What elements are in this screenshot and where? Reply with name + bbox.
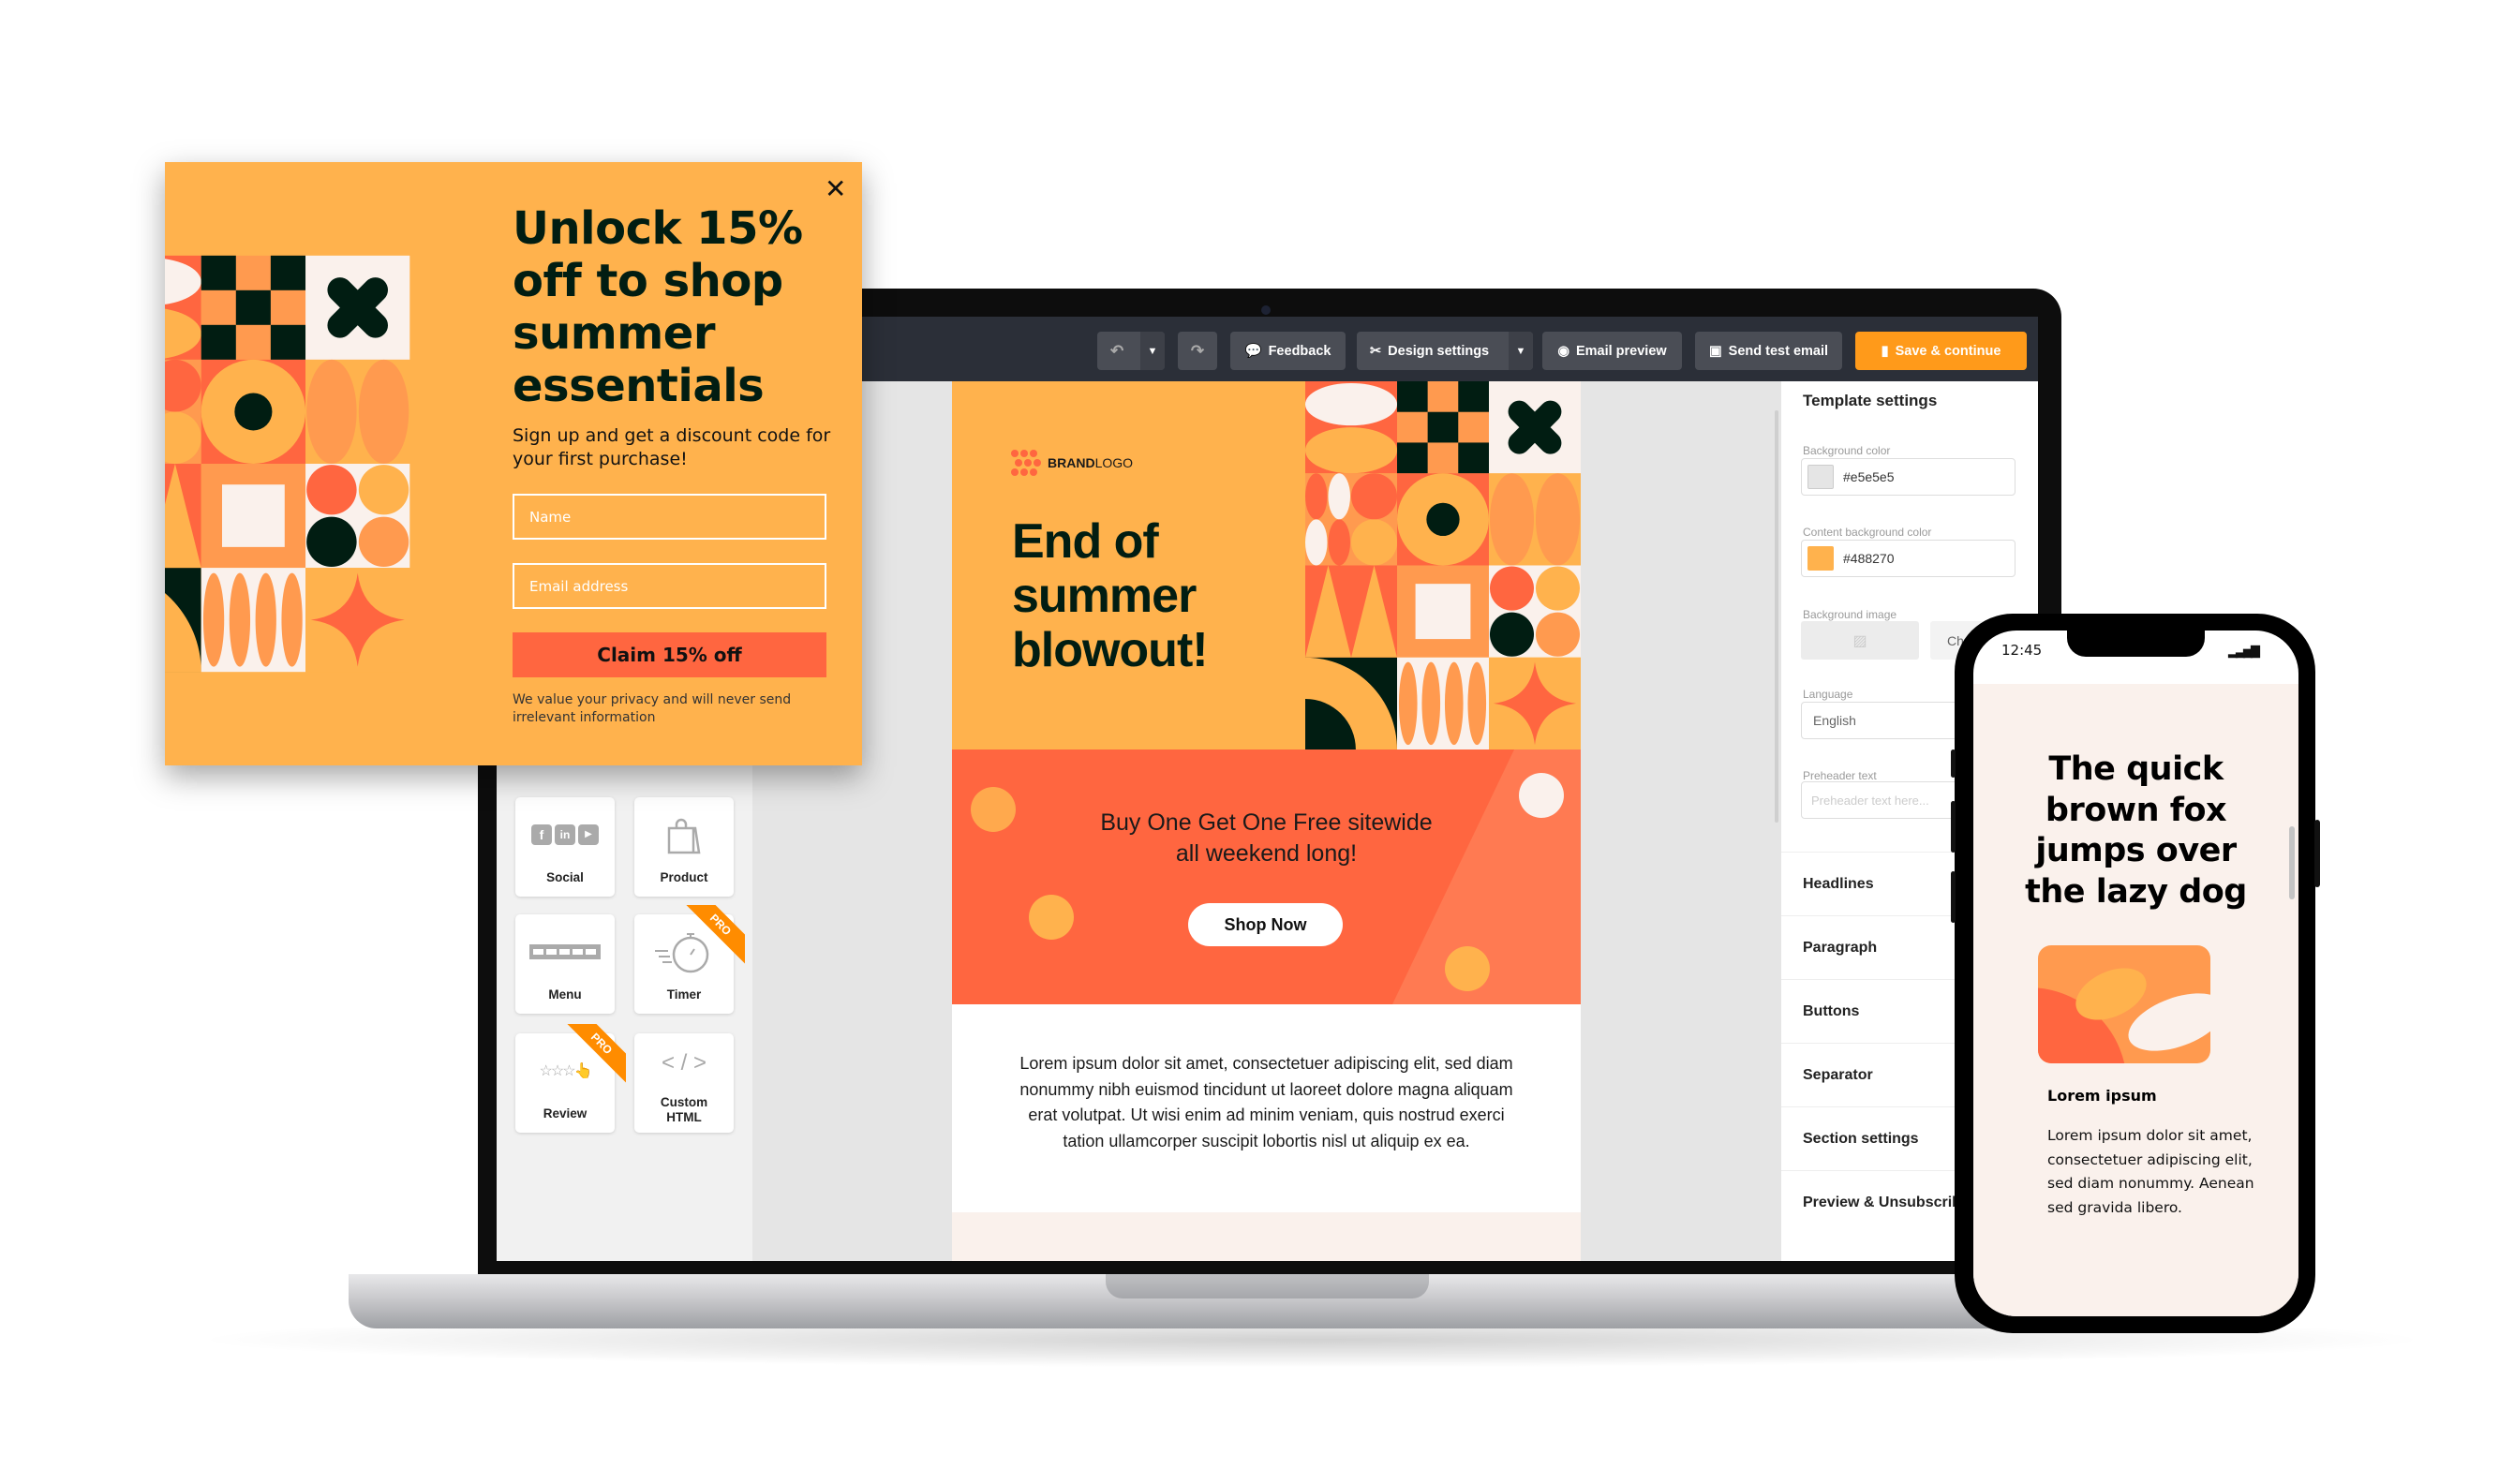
promo-text: Buy One Get One Free sitewide all weekend… bbox=[1100, 809, 1433, 867]
content-bg-label: Content background color bbox=[1803, 526, 1932, 539]
language-label: Language bbox=[1803, 688, 1853, 701]
content-bg-input[interactable]: #488270 bbox=[1801, 540, 2016, 577]
phone-side-button bbox=[1951, 871, 1956, 923]
status-time: 12:45 bbox=[2001, 642, 2043, 659]
decor-dot bbox=[1445, 946, 1490, 991]
eye-icon: ◉ bbox=[1557, 343, 1569, 359]
image-icon: ▨ bbox=[1852, 632, 1867, 649]
name-input[interactable]: Name bbox=[513, 494, 826, 540]
signal-icon: ▂▃▅▇ bbox=[2228, 644, 2260, 658]
caret-down-icon: ▼ bbox=[1147, 345, 1158, 357]
send-test-email-button[interactable]: ▣ Send test email bbox=[1695, 332, 1842, 370]
settings-title: Template settings bbox=[1803, 392, 1938, 409]
save-continue-button[interactable]: ▮ Save & continue bbox=[1855, 332, 2027, 370]
brand-logo: BRANDLOGO bbox=[1010, 449, 1133, 477]
design-settings-dropdown[interactable]: ▼ bbox=[1509, 332, 1533, 370]
canvas-scrollbar[interactable] bbox=[1775, 410, 1778, 823]
claim-button[interactable]: Claim 15% off bbox=[513, 632, 826, 677]
design-settings-button[interactable]: ✂ Design settings bbox=[1357, 332, 1533, 370]
social-icons: f in ▶ bbox=[515, 814, 615, 855]
phone-subheading: Lorem ipsum bbox=[2047, 1087, 2157, 1105]
phone-side-button bbox=[1951, 749, 1956, 778]
bg-image-label: Background image bbox=[1803, 608, 1897, 621]
phone-paragraph: Lorem ipsum dolor sit amet, consectetuer… bbox=[2047, 1127, 2254, 1216]
block-timer[interactable]: Timer PRO bbox=[634, 905, 745, 1014]
pro-ribbon: PRO bbox=[560, 1024, 626, 1085]
redo-button[interactable]: ↷ bbox=[1178, 332, 1217, 370]
webcam bbox=[1261, 305, 1271, 315]
block-custom-html[interactable]: < / > Custom HTML bbox=[634, 1033, 734, 1133]
undo-history-dropdown[interactable]: ▼ bbox=[1140, 332, 1165, 370]
signup-popup: ✕ Unlock 15% off to shop summer essentia… bbox=[165, 162, 862, 765]
block-menu[interactable]: Menu bbox=[515, 914, 615, 1014]
email-canvas: BRANDLOGO End of summer blowout! Buy One… bbox=[952, 381, 1581, 1261]
email-input[interactable]: Email address bbox=[513, 563, 826, 609]
code-icon: < / > bbox=[661, 1050, 707, 1076]
promo-section[interactable]: Buy One Get One Free sitewide all weekend… bbox=[952, 749, 1581, 1004]
laptop-hinge-notch bbox=[1106, 1274, 1429, 1298]
popup-pattern-image bbox=[165, 162, 478, 765]
shopping-bag-icon bbox=[634, 814, 734, 855]
close-icon[interactable]: ✕ bbox=[825, 173, 846, 204]
decor-dot bbox=[1029, 895, 1074, 940]
image-upload-box[interactable]: ▨ bbox=[1801, 621, 1919, 660]
email-preview-button[interactable]: ◉ Email preview bbox=[1542, 332, 1682, 370]
block-social[interactable]: f in ▶ Social bbox=[515, 797, 615, 897]
color-swatch[interactable] bbox=[1807, 546, 1834, 571]
body-paragraph: Lorem ipsum dolor sit amet, consectetuer… bbox=[1019, 1054, 1513, 1150]
undo-icon: ↶ bbox=[1110, 341, 1124, 360]
feedback-button[interactable]: 💬 Feedback bbox=[1230, 332, 1346, 370]
bg-color-label: Background color bbox=[1803, 444, 1891, 457]
color-swatch[interactable] bbox=[1807, 465, 1834, 489]
send-icon: ▣ bbox=[1708, 343, 1722, 359]
phone-abstract-image bbox=[2038, 945, 2210, 1063]
phone-headline: The quick brown fox jumps over the lazy … bbox=[2025, 750, 2247, 911]
privacy-note: We value your privacy and will never sen… bbox=[513, 692, 792, 725]
block-review[interactable]: ☆☆☆👆 Review PRO bbox=[515, 1024, 626, 1133]
phone-screen: 12:45 ▂▃▅▇ The quick brown fox jumps ove… bbox=[1973, 631, 2298, 1316]
phone-email-content: The quick brown fox jumps over the lazy … bbox=[1973, 684, 2298, 1316]
save-icon: ▮ bbox=[1881, 343, 1889, 359]
popup-title: Unlock 15% off to shop summer essentials bbox=[513, 202, 803, 412]
pro-ribbon: PRO bbox=[679, 905, 745, 966]
geometric-pattern-image bbox=[1305, 381, 1581, 749]
preheader-label: Preheader text bbox=[1803, 769, 1877, 782]
tools-icon: ✂ bbox=[1370, 343, 1382, 359]
chat-bubbles-icon: 💬 bbox=[1244, 344, 1262, 359]
phone-side-button bbox=[1951, 801, 1956, 853]
phone-mockup: 12:45 ▂▃▅▇ The quick brown fox jumps ove… bbox=[1951, 614, 2320, 1333]
menu-bar-icon bbox=[515, 931, 615, 972]
caret-down-icon: ▼ bbox=[1515, 345, 1526, 357]
block-product[interactable]: Product bbox=[634, 797, 734, 897]
shop-now-button[interactable]: Shop Now bbox=[1188, 903, 1343, 946]
phone-notch bbox=[2067, 631, 2205, 657]
redo-icon: ↷ bbox=[1190, 341, 1205, 360]
text-section[interactable]: Lorem ipsum dolor sit amet, consectetuer… bbox=[952, 1004, 1581, 1212]
popup-subtitle: Sign up and get a discount code for your… bbox=[513, 425, 831, 469]
hero-headline: End of summer blowout! bbox=[1012, 514, 1209, 677]
phone-power-button bbox=[2314, 820, 2320, 887]
email-hero[interactable]: BRANDLOGO End of summer blowout! bbox=[952, 381, 1581, 749]
bg-color-input[interactable]: #e5e5e5 bbox=[1801, 458, 2016, 496]
brand-logo-icon bbox=[1011, 450, 1041, 476]
